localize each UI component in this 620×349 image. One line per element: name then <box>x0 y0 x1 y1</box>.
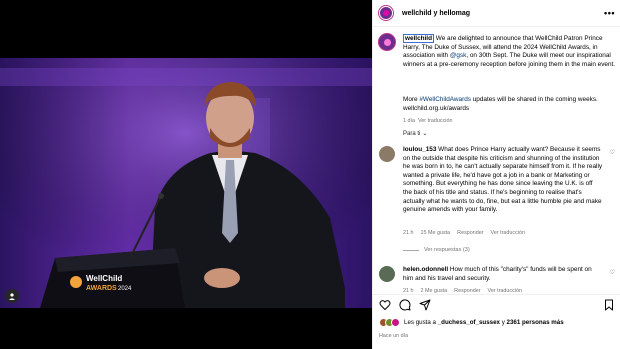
photo-image: WellChild AWARDS 2024 <box>0 58 372 308</box>
account-avatar[interactable] <box>379 6 393 20</box>
likes-summary: Les gusta a _duchess_of_sussex y 2361 pe… <box>379 318 564 327</box>
podium-awards: AWARDS <box>86 285 117 292</box>
podium-brand: WellChild <box>86 274 122 283</box>
liker-avatar <box>391 318 400 327</box>
comment-likes[interactable]: 15 Me gusta <box>421 230 451 236</box>
post-timestamp: Hace un día <box>379 333 409 339</box>
share-icon[interactable] <box>419 299 431 311</box>
comment-age: 21 h <box>403 230 414 236</box>
caption-text: wellchild We are delighted to announce t… <box>403 34 619 69</box>
para-ti-filter[interactable]: Para ti ⌄ <box>403 130 427 137</box>
likes-text[interactable]: Les gusta a _duchess_of_sussex y 2361 pe… <box>404 319 564 326</box>
post-photo[interactable]: WellChild AWARDS 2024 <box>0 58 372 308</box>
comment-translation-link[interactable]: Ver traducción <box>491 230 525 236</box>
post-details-panel: wellchild y hellomag ••• wellchild We ar… <box>372 0 620 349</box>
like-heart-icon[interactable] <box>379 299 391 311</box>
post-action-bar <box>373 294 620 314</box>
comment-avatar[interactable] <box>379 266 395 282</box>
comment-username[interactable]: helen.odonnell <box>403 266 448 273</box>
caption-avatar[interactable] <box>379 34 395 50</box>
caption-translation-link[interactable]: Ver traducción <box>418 118 452 124</box>
likes-count[interactable]: 2361 personas más <box>507 319 564 326</box>
view-replies-label: Ver respuestas (3) <box>424 247 470 253</box>
comments-scroll-area[interactable]: wellchild We are delighted to announce t… <box>373 28 620 314</box>
mention-gsk[interactable]: @gsk <box>450 52 466 59</box>
comment-text: helen.odonnell How much of this "charity… <box>403 266 603 283</box>
caption-age: 1 día <box>403 118 415 124</box>
podium-year: 2024 <box>118 286 132 292</box>
user-tag-icon[interactable] <box>5 289 19 303</box>
replies-divider <box>403 249 419 251</box>
comment-icon[interactable] <box>399 298 411 311</box>
hashtag-wellchildawards[interactable]: #WellChildAwards <box>419 96 471 103</box>
post-header: wellchild y hellomag ••• <box>373 0 620 27</box>
caption-more-text: More #WellChildAwards updates will be sh… <box>403 96 619 113</box>
chevron-down-icon: ⌄ <box>422 131 428 137</box>
comment-meta: 21 h 15 Me gusta Responder Ver traducció… <box>403 230 525 236</box>
comment-username[interactable]: loulou_153 <box>403 146 436 153</box>
view-replies[interactable]: Ver respuestas (3) <box>403 247 470 253</box>
comment-like-heart-icon[interactable]: ♡ <box>610 269 615 276</box>
post-media: WellChild AWARDS 2024 <box>0 0 372 349</box>
comment-like-heart-icon[interactable]: ♡ <box>610 149 615 156</box>
more-options-icon[interactable]: ••• <box>604 8 615 18</box>
account-name[interactable]: wellchild y hellomag <box>402 10 470 17</box>
comment-body: What does Prince Harry actually want? Be… <box>403 146 603 214</box>
likes-username[interactable]: _duchess_of_sussex <box>438 319 500 326</box>
comment-text: loulou_153 What does Prince Harry actual… <box>403 146 603 215</box>
caption-username[interactable]: wellchild <box>403 34 434 43</box>
caption-more-prefix: More <box>403 96 420 103</box>
para-ti-label: Para ti <box>403 131 421 137</box>
likes-prefix: Les gusta a <box>404 319 438 326</box>
caption-meta: 1 día Ver traducción <box>403 118 452 124</box>
comment-avatar[interactable] <box>379 146 395 162</box>
comment-reply-button[interactable]: Responder <box>457 230 483 236</box>
bookmark-icon[interactable] <box>603 299 615 311</box>
